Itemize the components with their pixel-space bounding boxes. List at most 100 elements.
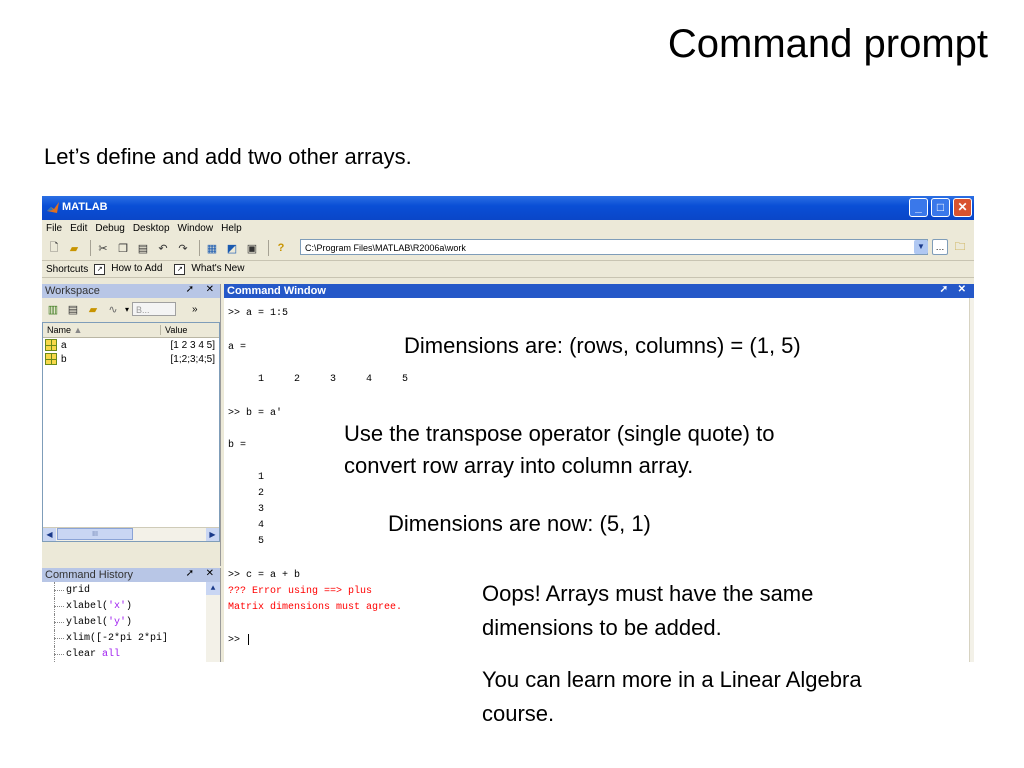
note-transpose-line1: Use the transpose operator (single quote…: [344, 421, 775, 446]
shortcut-whats-new[interactable]: ↗ What's New: [174, 263, 250, 275]
variable-icon: [45, 339, 57, 351]
new-file-icon[interactable]: 🗋: [46, 240, 62, 256]
output-line: 2: [228, 488, 265, 499]
title-bar: MATLAB _ □ ✕: [42, 196, 974, 220]
shortcut-icon: ↗: [94, 264, 106, 275]
import-data-icon[interactable]: ▰: [85, 301, 101, 317]
maximize-icon[interactable]: □: [931, 198, 950, 217]
command-line: >> c = a + b: [228, 570, 301, 581]
history-string: 'y': [108, 616, 127, 628]
menu-bar: File Edit Debug Desktop Window Help: [42, 220, 974, 236]
close-icon[interactable]: ✕: [206, 284, 214, 295]
cut-icon[interactable]: ✂: [95, 240, 111, 256]
history-code: ylabel(: [66, 616, 109, 628]
current-directory-field[interactable]: C:\Program Files\MATLAB\R2006a\work: [300, 239, 928, 255]
undock-icon[interactable]: ➚: [940, 284, 948, 295]
scroll-up-icon[interactable]: ▲: [206, 582, 220, 595]
history-item[interactable]: ylabel('y'): [42, 614, 220, 630]
column-name[interactable]: Name ▲: [43, 325, 161, 335]
up-folder-icon[interactable]: 🗀: [952, 239, 968, 255]
chevron-down-icon[interactable]: ▼: [914, 240, 928, 254]
output-line: 4: [228, 520, 265, 531]
help-icon[interactable]: ?: [273, 240, 289, 256]
chevron-down-icon[interactable]: ▾: [125, 305, 129, 314]
workspace-header: Workspace ➚ ✕: [42, 284, 220, 298]
variable-value: [1 2 3 4 5]: [170, 339, 215, 351]
shortcut-icon: ↗: [174, 264, 186, 275]
shortcuts-bar: Shortcuts ↗ How to Add ↗ What's New: [42, 261, 974, 278]
toolbar-separator: [90, 240, 91, 256]
prompt-line[interactable]: >>: [228, 634, 250, 646]
command-line: >> b = a': [228, 408, 283, 419]
menu-file[interactable]: File: [46, 223, 62, 234]
open-variable-icon[interactable]: ▤: [65, 301, 81, 317]
note-learn-line1: You can learn more in a Linear Algebra: [482, 667, 862, 692]
history-item[interactable]: xlim([-2*pi 2*pi]: [42, 630, 220, 646]
scroll-left-icon[interactable]: ◀: [43, 528, 56, 541]
table-row[interactable]: a [1 2 3 4 5]: [43, 338, 219, 352]
undock-icon[interactable]: ➚: [186, 284, 194, 295]
output-line: 3: [228, 504, 265, 515]
history-code: ): [126, 600, 133, 612]
paste-icon[interactable]: ▤: [135, 240, 151, 256]
text-cursor: [248, 634, 250, 645]
variable-value: [1;2;3;4;5]: [170, 353, 215, 365]
output-line: 1: [228, 472, 265, 483]
toolbar-separator: [199, 240, 200, 256]
profiler-icon[interactable]: ▣: [244, 240, 260, 256]
horizontal-scrollbar[interactable]: ◀ III ▶: [43, 527, 219, 541]
new-variable-icon[interactable]: ▥: [45, 301, 61, 317]
copy-icon[interactable]: ❐: [115, 240, 131, 256]
note-oops-line1: Oops! Arrays must have the same: [482, 581, 814, 606]
slide-intro: Let’s define and add two other arrays.: [44, 144, 412, 169]
variable-name: b: [61, 353, 67, 365]
menu-debug[interactable]: Debug: [95, 223, 124, 234]
undo-icon[interactable]: ↶: [155, 240, 171, 256]
menu-desktop[interactable]: Desktop: [133, 223, 170, 234]
command-window-title: Command Window: [227, 285, 326, 297]
command-window-header: Command Window ➚ ✕: [224, 284, 974, 298]
toolbar-separator: [268, 240, 269, 256]
history-header: Command History ➚ ✕: [42, 568, 220, 582]
matlab-logo-icon: [47, 202, 59, 213]
close-icon[interactable]: ✕: [206, 568, 214, 579]
vertical-scrollbar[interactable]: [969, 298, 974, 662]
output-line: a =: [228, 342, 247, 353]
scroll-thumb[interactable]: III: [57, 528, 133, 540]
base-stack-select[interactable]: B...: [132, 302, 177, 316]
command-line: >> a = 1:5: [228, 308, 289, 319]
shortcut-how-to-add-label: How to Add: [111, 263, 163, 274]
history-code: xlim([-2*pi 2*pi]: [66, 632, 169, 644]
note-learn-line2: course.: [482, 701, 555, 726]
menu-window[interactable]: Window: [178, 223, 214, 234]
open-icon[interactable]: ▰: [66, 240, 82, 256]
plot-icon[interactable]: ∿: [105, 301, 121, 317]
menu-help[interactable]: Help: [221, 223, 242, 234]
scroll-right-icon[interactable]: ▶: [206, 528, 219, 541]
slide-title: Command prompt: [667, 22, 988, 66]
history-list: grid xlabel('x') ylabel('y') xlim([-2*pi…: [42, 582, 220, 662]
shortcuts-label: Shortcuts: [46, 263, 89, 275]
table-row[interactable]: b [1;2;3;4;5]: [43, 352, 219, 366]
guide-icon[interactable]: ◩: [224, 240, 240, 256]
close-icon[interactable]: ✕: [953, 198, 972, 217]
variable-name: a: [61, 339, 67, 351]
vertical-scrollbar[interactable]: ▲: [206, 582, 220, 662]
menu-edit[interactable]: Edit: [70, 223, 87, 234]
history-item[interactable]: clear all: [42, 646, 220, 662]
history-string: 'x': [108, 600, 127, 612]
minimize-icon[interactable]: _: [909, 198, 928, 217]
redo-icon[interactable]: ↷: [175, 240, 191, 256]
error-line: Matrix dimensions must agree.: [228, 602, 403, 613]
history-item[interactable]: grid: [42, 582, 220, 598]
browse-icon[interactable]: …: [932, 239, 948, 255]
history-code: clear: [66, 648, 103, 660]
close-icon[interactable]: ✕: [958, 284, 966, 295]
history-item[interactable]: xlabel('x'): [42, 598, 220, 614]
more-icon[interactable]: »: [192, 304, 198, 315]
undock-icon[interactable]: ➚: [186, 568, 194, 579]
shortcut-how-to-add[interactable]: ↗ How to Add: [94, 263, 168, 275]
simulink-icon[interactable]: ▦: [204, 240, 220, 256]
column-value[interactable]: Value: [161, 325, 187, 335]
output-line: b =: [228, 440, 247, 451]
